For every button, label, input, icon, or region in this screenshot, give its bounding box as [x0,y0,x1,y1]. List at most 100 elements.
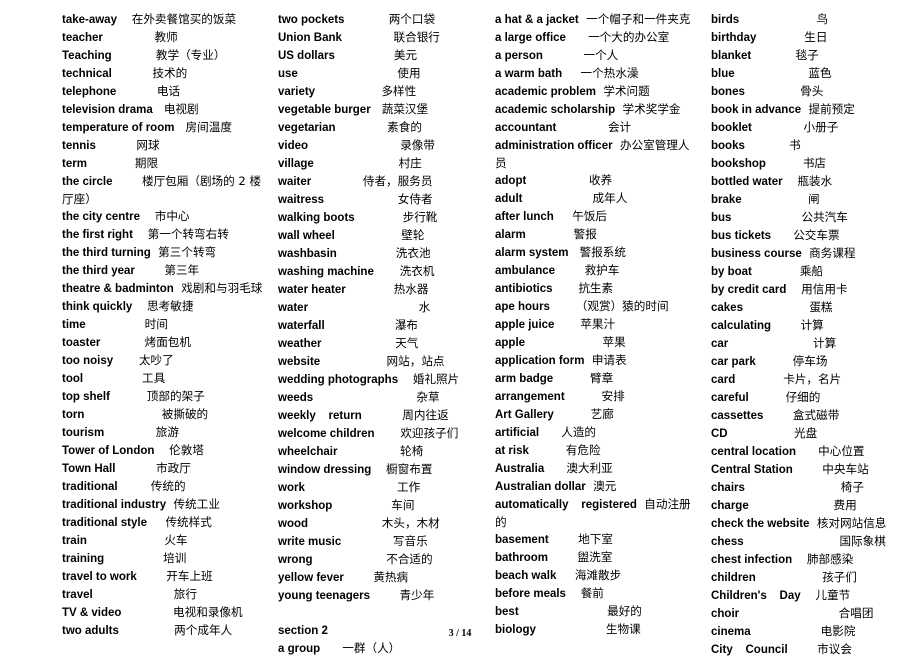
english-term: cassettes [711,410,764,422]
glossary-entry: birthday 生日 [711,29,916,47]
glossary-entry: City Council 市议会 [711,641,916,659]
chinese-translation: 一个帽子和一件夹克 [586,12,691,26]
chinese-translation: 安排 [601,389,625,403]
chinese-translation: 闸 [808,192,820,206]
glossary-entry: torn 被撕破的 [62,406,267,424]
english-term: tourism [62,427,105,439]
chinese-translation: 木头，木材 [381,516,440,530]
chinese-translation: 使用 [397,66,421,80]
chinese-translation: 光盘 [793,426,818,440]
english-term: by credit card [711,284,787,296]
chinese-translation: 停车场 [792,354,828,368]
chinese-translation: 书店 [802,156,827,170]
glossary-entry: water heater 热水器 [278,281,483,299]
english-term: basement [495,534,549,546]
english-term: water [278,302,309,314]
glossary-entry: business course 商务课程 [711,245,916,263]
chinese-translation: 第一个转弯右转 [147,227,229,241]
english-term: alarm system [495,247,569,259]
chinese-translation: 一个人 [583,48,619,62]
english-term: apple juice [495,319,555,331]
english-term: traditional [62,481,118,493]
english-term: birds [711,14,740,26]
chinese-translation: 抗生素 [578,281,614,295]
chinese-translation: 洗衣池 [395,246,431,260]
chinese-translation: 计算 [813,336,837,350]
glossary-entry: artificial 人造的 [495,424,700,442]
glossary-entry: book in advance 提前预定 [711,101,916,119]
glossary-entry: alarm 警报 [495,226,700,244]
english-term: check the website [711,518,810,530]
chinese-translation: 女侍者 [397,192,433,206]
glossary-entry: Art Gallery 艺廊 [495,406,700,424]
chinese-translation: 市政厅 [156,461,191,475]
english-term: variety [278,86,316,98]
chinese-translation: 黄热病 [373,570,409,584]
chinese-translation: 最好的 [607,604,642,618]
chinese-translation: 海滩散步 [574,568,622,582]
english-term: Australia [495,463,545,475]
chinese-translation: 救护车 [584,263,620,277]
english-term: careful [711,392,749,404]
english-term: Art Gallery [495,409,554,421]
glossary-entry: wheelchair 轮椅 [278,443,483,461]
chinese-translation: 开车上班 [166,569,213,583]
chinese-translation: 在外卖餐馆买的饭菜 [131,12,237,26]
glossary-entry: arrangement 安排 [495,388,700,406]
chinese-translation: 火车 [164,533,188,547]
glossary-entry: blue 蓝色 [711,65,916,83]
english-term: blue [711,68,735,80]
chinese-translation: 核对网站信息 [816,516,887,530]
chinese-translation: 仔细的 [785,390,821,404]
english-term: website [278,356,321,368]
chinese-translation: 网球 [136,138,160,152]
chinese-translation: 被撕破的 [161,407,209,421]
english-term: apple [495,337,526,349]
glossary-entry: travel to work 开车上班 [62,568,267,586]
glossary-entry: video 录像带 [278,137,483,155]
chinese-translation: 市议会 [817,642,852,656]
english-term: artificial [495,427,540,439]
english-term: travel to work [62,571,137,583]
glossary-entry: bottled water 瓶装水 [711,173,916,191]
english-term: TV & video [62,607,122,619]
chinese-translation: 卡片，名片 [783,372,842,386]
glossary-entry: car 计算 [711,335,916,353]
english-term: CD [711,428,728,440]
glossary-entry: washbasin 洗衣池 [278,245,483,263]
glossary-entry: calculating 计算 [711,317,916,335]
english-term: traditional industry [62,499,167,511]
english-term: traditional style [62,517,147,529]
english-term: alarm [495,229,526,241]
glossary-entry: traditional industry 传统工业 [62,496,267,514]
english-term: the third year [62,265,135,277]
chinese-translation: 电话 [156,84,181,98]
chinese-translation: 小册子 [803,120,839,134]
chinese-translation: 肺部感染 [806,552,854,566]
chinese-translation: 公交车票 [793,228,840,242]
english-term: central location [711,446,796,458]
